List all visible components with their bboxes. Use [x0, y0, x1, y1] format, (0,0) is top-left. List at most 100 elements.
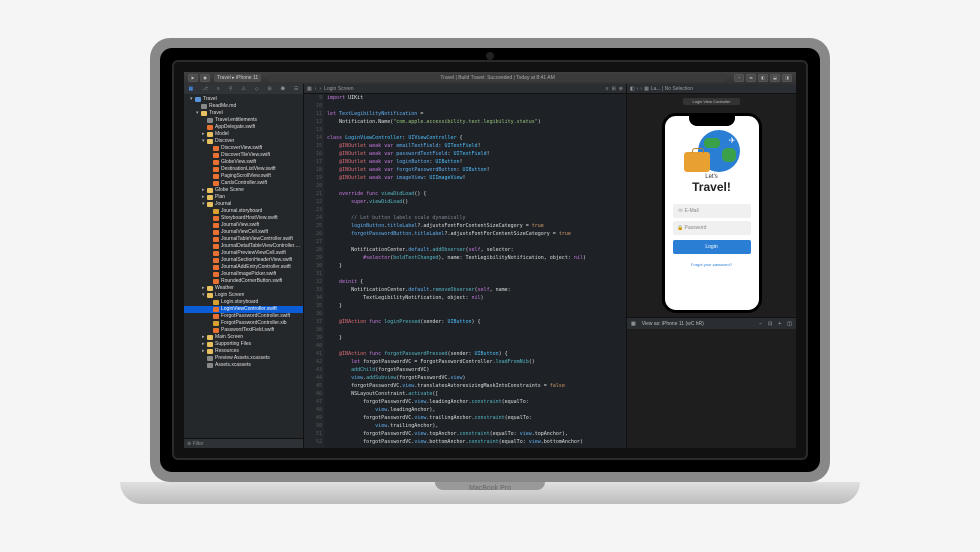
- navigator-filter[interactable]: ⊕ Filter: [184, 438, 303, 448]
- device-canvas[interactable]: ✈ Let's Travel! ✉ E-Mail 🔒 Pas: [662, 113, 762, 313]
- preview-jumpbar[interactable]: ◧ ‹ › ▦ La... | No Selection: [627, 84, 796, 94]
- back-icon[interactable]: ‹: [315, 86, 317, 92]
- project-navigator-icon[interactable]: ▦: [188, 86, 193, 92]
- symbol-navigator-icon[interactable]: ≡: [217, 86, 220, 92]
- source-editor[interactable]: 9101112131415161718192021222324252627282…: [304, 94, 626, 448]
- toggle-left-panel[interactable]: ◧: [758, 74, 768, 82]
- tree-item[interactable]: JournalSectionHeaderView.swift: [184, 257, 303, 264]
- login-button[interactable]: Login: [673, 240, 751, 254]
- filter-icon: ⊕: [187, 441, 191, 447]
- suitcase-icon: [684, 152, 710, 172]
- zoom-in-icon[interactable]: +: [778, 321, 781, 327]
- editor-options-icon[interactable]: ≡: [606, 86, 609, 92]
- back-icon[interactable]: ‹: [637, 86, 639, 92]
- tree-item[interactable]: DestinationListView.swift: [184, 166, 303, 173]
- tree-item[interactable]: ▸Resources: [184, 348, 303, 355]
- tree-item[interactable]: ReadMe.md: [184, 103, 303, 110]
- constraints-icon[interactable]: ◫: [787, 321, 792, 327]
- forgot-password-link[interactable]: Forgot your password?: [673, 262, 751, 267]
- inspector-icon[interactable]: ◧: [630, 86, 635, 92]
- test-navigator-icon[interactable]: ◇: [255, 86, 259, 92]
- tree-item[interactable]: ▾Travel: [184, 110, 303, 117]
- tree-item[interactable]: Travel.entitlements: [184, 117, 303, 124]
- tree-item[interactable]: Journal.storyboard: [184, 208, 303, 215]
- tree-item[interactable]: ▾Travel: [184, 96, 303, 103]
- tree-item[interactable]: ▾Discover: [184, 138, 303, 145]
- zoom-out-icon[interactable]: −: [759, 321, 762, 327]
- tree-item[interactable]: StoryboardHostView.swift: [184, 215, 303, 222]
- code-content[interactable]: import UIKit let TextLegibilityNotificat…: [324, 94, 626, 448]
- tree-item[interactable]: Assets.xcassets: [184, 362, 303, 369]
- macbook-label: MacBook Pro: [120, 485, 860, 492]
- scheme-selector[interactable]: Travel ▸ iPhone 11: [214, 74, 261, 82]
- toggle-bottom-panel[interactable]: ⬓: [770, 74, 780, 82]
- main-toolbar: Travel ▸ iPhone 11 Travel | Build Travel…: [184, 72, 796, 84]
- tree-item[interactable]: JournalImagePicker.swift: [184, 271, 303, 278]
- navigator-tabs[interactable]: ▦ ⎇ ≡ ⚲ ⚠ ◇ ⊞ ⬣ ☰: [184, 84, 303, 94]
- tree-item[interactable]: JournalDetailTableViewController.swift: [184, 243, 303, 250]
- tree-item[interactable]: JournalAddEntryController.swift: [184, 264, 303, 271]
- tree-item[interactable]: JournalPreviewViewCell.swift: [184, 250, 303, 257]
- related-items-icon[interactable]: ▦: [307, 86, 312, 92]
- tree-item[interactable]: GlobeView.swift: [184, 159, 303, 166]
- jump-bar[interactable]: ▦ ‹ › Travel › Travel › Login Screen › L…: [304, 84, 626, 94]
- tree-item[interactable]: ForgotPasswordController.xib: [184, 320, 303, 327]
- tree-item[interactable]: Preview Assets.xcassets: [184, 355, 303, 362]
- tree-item[interactable]: JournalViewCell.swift: [184, 229, 303, 236]
- breakpoint-navigator-icon[interactable]: ⬣: [281, 86, 285, 92]
- zoom-fit-icon[interactable]: ⊡: [768, 321, 772, 327]
- tree-item[interactable]: ▸Globe Scene: [184, 187, 303, 194]
- tree-item[interactable]: ▸Weather: [184, 285, 303, 292]
- tree-item[interactable]: LoginViewController.swift: [184, 306, 303, 313]
- view-as-label[interactable]: View as: iPhone 11 (wC hR): [642, 321, 704, 327]
- tree-item[interactable]: AppDelegate.swift: [184, 124, 303, 131]
- tree-item[interactable]: Login.storyboard: [184, 299, 303, 306]
- issue-navigator-icon[interactable]: ⚠: [241, 86, 245, 92]
- report-navigator-icon[interactable]: ☰: [294, 86, 298, 92]
- canvas-bottom-bar[interactable]: ▦ View as: iPhone 11 (wC hR) − ⊡ + ◫: [627, 317, 796, 329]
- tree-item[interactable]: CardsController.swift: [184, 180, 303, 187]
- device-config-icon[interactable]: ▦: [631, 321, 636, 327]
- tree-item[interactable]: JournalView.swift: [184, 222, 303, 229]
- travel-illustration: ✈: [684, 130, 740, 170]
- filter-placeholder: Filter: [193, 441, 204, 447]
- toggle-right-panel[interactable]: ◨: [782, 74, 792, 82]
- interface-builder-preview: ◧ ‹ › ▦ La... | No Selection Login View …: [626, 84, 796, 448]
- debug-navigator-icon[interactable]: ⊞: [268, 86, 272, 92]
- tree-item[interactable]: ▸Plan: [184, 194, 303, 201]
- forward-icon[interactable]: ›: [319, 86, 321, 92]
- find-navigator-icon[interactable]: ⚲: [229, 86, 233, 92]
- lock-icon: 🔒: [677, 225, 685, 231]
- tree-item[interactable]: JournalTableViewController.swift: [184, 236, 303, 243]
- navigator-panel: ▦ ⎇ ≡ ⚲ ⚠ ◇ ⊞ ⬣ ☰ ▾TravelReadMe.md▾Trave…: [184, 84, 304, 448]
- tree-item[interactable]: DiscoverTileView.swift: [184, 152, 303, 159]
- plane-icon: ✈: [729, 136, 736, 145]
- add-editor-icon[interactable]: ⊕: [619, 86, 623, 92]
- tree-item[interactable]: ForgotPasswordController.swift: [184, 313, 303, 320]
- tree-item[interactable]: ▸Model: [184, 131, 303, 138]
- macbook-base: MacBook Pro: [120, 482, 860, 504]
- tree-item[interactable]: DiscoverView.swift: [184, 145, 303, 152]
- code-review-button[interactable]: ⇆: [746, 74, 756, 82]
- scene-title: Login View Controller: [683, 98, 741, 105]
- tree-item[interactable]: ▾Login Screen: [184, 292, 303, 299]
- tree-item[interactable]: ▸Supporting Files: [184, 341, 303, 348]
- forward-icon[interactable]: ›: [640, 86, 642, 92]
- tree-item[interactable]: ▾Journal: [184, 201, 303, 208]
- tree-item[interactable]: PasswordTextField.swift: [184, 327, 303, 334]
- source-control-icon[interactable]: ⎇: [202, 86, 208, 92]
- library-button[interactable]: +: [734, 74, 744, 82]
- stop-button[interactable]: [200, 74, 210, 82]
- adjust-editor-icon[interactable]: ⊞: [612, 86, 616, 92]
- tree-item[interactable]: PagingScrollView.swift: [184, 173, 303, 180]
- email-field[interactable]: ✉ E-Mail: [673, 204, 751, 218]
- breadcrumb-segment[interactable]: Login Screen: [324, 86, 380, 92]
- run-button[interactable]: [188, 74, 198, 82]
- file-tree[interactable]: ▾TravelReadMe.md▾TravelTravel.entitlemen…: [184, 94, 303, 438]
- tree-item[interactable]: RoundedCornerButton.swift: [184, 278, 303, 285]
- travel-heading: Travel!: [673, 180, 751, 194]
- line-gutter[interactable]: 9101112131415161718192021222324252627282…: [304, 94, 324, 448]
- password-field[interactable]: 🔒 Password: [673, 221, 751, 235]
- tree-item[interactable]: ▸Main Screen: [184, 334, 303, 341]
- folder-icon: ▦: [644, 86, 649, 92]
